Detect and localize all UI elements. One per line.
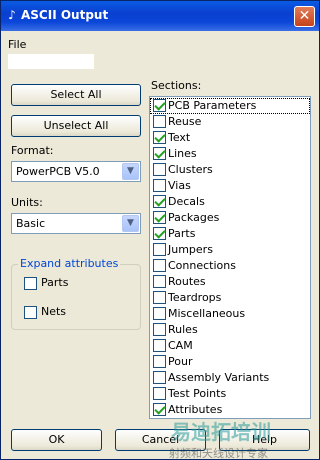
section-item[interactable]: Vias xyxy=(150,178,310,194)
title-bar[interactable]: ♪ ASCII Output ✕ xyxy=(1,1,319,31)
section-checkbox[interactable] xyxy=(153,355,166,368)
section-checkbox[interactable] xyxy=(153,371,166,384)
section-label: CAM xyxy=(168,339,193,352)
section-label: Text xyxy=(168,131,191,144)
section-label: Packages xyxy=(168,211,220,224)
units-select[interactable]: Basic ▼ xyxy=(11,213,141,234)
section-item[interactable]: Assembly Variants xyxy=(150,370,310,386)
ok-button[interactable]: OK xyxy=(11,429,102,451)
section-item[interactable]: Connections xyxy=(150,258,310,274)
select-all-button[interactable]: Select All xyxy=(11,84,141,106)
format-select[interactable]: PowerPCB V5.0 ▼ xyxy=(11,161,141,182)
section-item[interactable]: Attributes xyxy=(150,402,310,418)
section-checkbox[interactable] xyxy=(153,163,166,176)
nets-checkbox[interactable] xyxy=(24,306,37,319)
section-item[interactable]: Decals xyxy=(150,194,310,210)
ascii-glyph-icon: ♪ xyxy=(8,8,16,22)
expand-attributes-caption: Expand attributes xyxy=(18,257,121,270)
section-label: Teardrops xyxy=(168,291,222,304)
help-button[interactable]: Help xyxy=(219,429,310,451)
section-checkbox[interactable] xyxy=(153,179,166,192)
section-checkbox[interactable] xyxy=(153,275,166,288)
section-label: Parts xyxy=(168,227,196,240)
section-label: PCB Parameters xyxy=(168,99,257,112)
section-label: Connections xyxy=(168,259,236,272)
section-label: Decals xyxy=(168,195,205,208)
sections-list[interactable]: PCB Parameters Reuse Text Lines Clusters Vias… xyxy=(149,96,311,419)
section-checkbox[interactable] xyxy=(153,387,166,400)
parts-checkbox[interactable] xyxy=(24,277,37,290)
section-label: Rules xyxy=(168,323,198,336)
expand-attributes-group xyxy=(11,264,141,330)
nets-label: Nets xyxy=(41,305,67,318)
format-value: PowerPCB V5.0 xyxy=(16,165,100,178)
section-label: Attributes xyxy=(168,403,223,416)
section-item[interactable]: Pour xyxy=(150,354,310,370)
section-checkbox[interactable] xyxy=(153,403,166,416)
sections-label: Sections: xyxy=(151,79,202,92)
ascii-output-dialog: ♪ ASCII Output ✕ File Select All Unselec… xyxy=(0,0,320,460)
section-item[interactable]: Packages xyxy=(150,210,310,226)
section-checkbox[interactable] xyxy=(153,131,166,144)
section-checkbox[interactable] xyxy=(153,291,166,304)
section-label: Jumpers xyxy=(168,243,213,256)
section-checkbox[interactable] xyxy=(153,323,166,336)
section-label: Vias xyxy=(168,179,191,192)
section-label: Test Points xyxy=(168,387,227,400)
section-checkbox[interactable] xyxy=(153,243,166,256)
section-checkbox[interactable] xyxy=(153,99,166,112)
unselect-all-button[interactable]: Unselect All xyxy=(11,115,141,137)
section-item[interactable]: Parts xyxy=(150,226,310,242)
parts-label: Parts xyxy=(41,276,69,289)
section-checkbox[interactable] xyxy=(153,307,166,320)
units-label: Units: xyxy=(11,196,43,209)
section-label: Miscellaneous xyxy=(168,307,246,320)
section-label: Clusters xyxy=(168,163,213,176)
section-item[interactable]: Lines xyxy=(150,146,310,162)
section-checkbox[interactable] xyxy=(153,227,166,240)
section-label: Assembly Variants xyxy=(168,371,270,384)
section-item[interactable]: Clusters xyxy=(150,162,310,178)
section-item[interactable]: Rules xyxy=(150,322,310,338)
section-item[interactable]: CAM xyxy=(150,338,310,354)
section-item[interactable]: PCB Parameters xyxy=(150,98,310,114)
section-item[interactable]: Text xyxy=(150,130,310,146)
section-item[interactable]: Miscellaneous xyxy=(150,306,310,322)
file-field[interactable] xyxy=(8,54,94,69)
section-checkbox[interactable] xyxy=(153,259,166,272)
file-label: File xyxy=(8,38,27,51)
chevron-down-icon[interactable]: ▼ xyxy=(122,163,139,180)
chevron-down-icon[interactable]: ▼ xyxy=(122,215,139,232)
section-label: Reuse xyxy=(168,115,202,128)
section-checkbox[interactable] xyxy=(153,147,166,160)
section-item[interactable]: Reuse xyxy=(150,114,310,130)
section-label: Lines xyxy=(168,147,197,160)
section-item[interactable]: Test Points xyxy=(150,386,310,402)
section-item[interactable]: Jumpers xyxy=(150,242,310,258)
window-title: ASCII Output xyxy=(21,8,109,22)
units-value: Basic xyxy=(16,217,46,230)
format-label: Format: xyxy=(11,144,54,157)
section-checkbox[interactable] xyxy=(153,211,166,224)
section-checkbox[interactable] xyxy=(153,195,166,208)
close-button[interactable]: ✕ xyxy=(294,6,315,27)
section-label: Pour xyxy=(168,355,193,368)
section-label: Routes xyxy=(168,275,206,288)
section-checkbox[interactable] xyxy=(153,339,166,352)
section-item[interactable]: Teardrops xyxy=(150,290,310,306)
section-item[interactable]: Routes xyxy=(150,274,310,290)
section-checkbox[interactable] xyxy=(153,115,166,128)
cancel-button[interactable]: Cancel xyxy=(115,429,206,451)
